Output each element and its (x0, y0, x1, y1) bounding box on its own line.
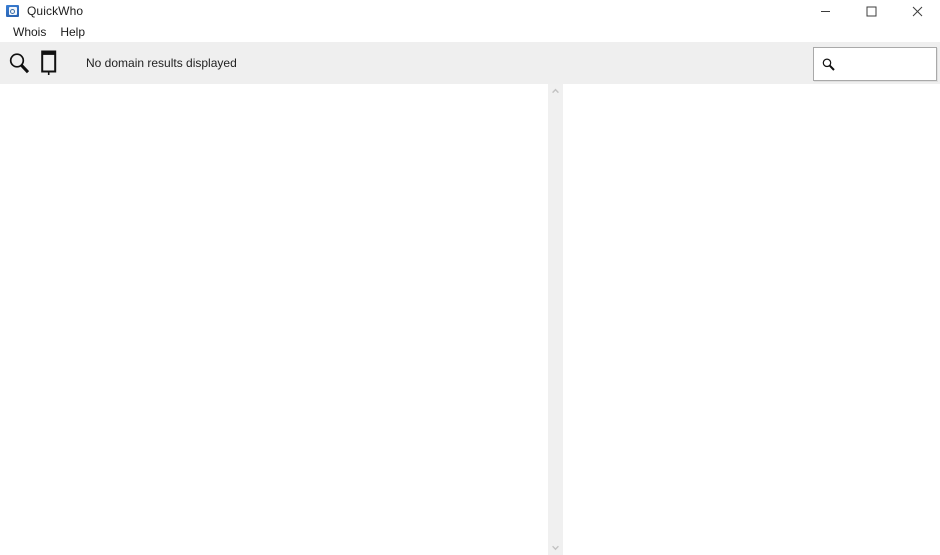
menubar: Whois Help (0, 22, 940, 42)
pane-divider (563, 84, 571, 555)
titlebar-left: QuickWho (0, 4, 83, 18)
maximize-icon (866, 6, 876, 16)
book-icon (41, 50, 57, 75)
lookup-button[interactable] (4, 46, 34, 80)
close-button[interactable] (894, 0, 940, 22)
minimize-icon (820, 10, 830, 12)
vertical-scrollbar[interactable] (548, 84, 563, 555)
maximize-button[interactable] (848, 0, 894, 22)
close-icon (912, 6, 922, 16)
whois-results-pane[interactable] (0, 84, 548, 555)
whois-results-text (0, 84, 548, 90)
search-icon (814, 57, 840, 72)
detail-pane-text (571, 84, 940, 90)
minimize-button[interactable] (802, 0, 848, 22)
chevron-down-icon (552, 545, 559, 551)
status-text: No domain results displayed (86, 56, 237, 70)
titlebar: QuickWho (0, 0, 940, 22)
toolbar: No domain results displayed (0, 42, 940, 84)
scroll-down-button[interactable] (548, 540, 563, 555)
search-box[interactable] (813, 47, 937, 81)
search-input[interactable] (840, 48, 936, 80)
menu-item-help[interactable]: Help (53, 23, 92, 42)
scroll-up-button[interactable] (548, 84, 563, 99)
chevron-up-icon (552, 88, 559, 94)
app-window: QuickWho Whois Help No domain results di… (0, 0, 940, 555)
detail-pane[interactable] (571, 84, 940, 555)
menu-item-whois[interactable]: Whois (6, 23, 53, 42)
content-area (0, 84, 940, 555)
window-title: QuickWho (27, 4, 84, 18)
window-controls (802, 0, 940, 22)
scrollbar-track[interactable] (548, 99, 563, 540)
app-icon (6, 4, 20, 18)
book-button[interactable] (34, 46, 64, 80)
magnifier-icon (9, 53, 30, 74)
